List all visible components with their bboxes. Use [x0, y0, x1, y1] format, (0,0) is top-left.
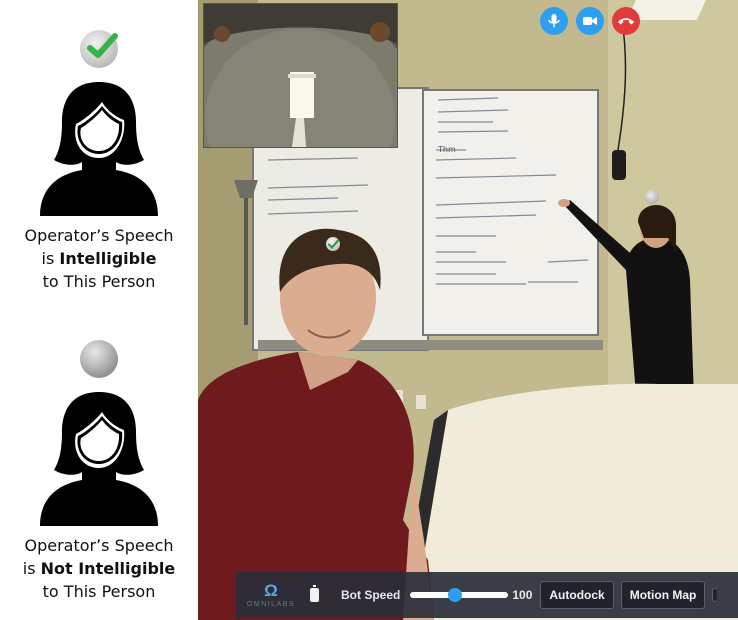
- camera-button[interactable]: [576, 7, 604, 35]
- hangup-icon: [618, 18, 634, 25]
- brand-wordmark: OMNILABS: [246, 600, 296, 608]
- motion-map-button[interactable]: Motion Map: [620, 581, 706, 609]
- not-intelligible-caption: Operator’s Speech is Not Intelligible to…: [0, 534, 198, 603]
- bot-speed-slider[interactable]: [410, 588, 509, 602]
- legend-not-intelligible: Operator’s Speech is Not Intelligible to…: [0, 340, 198, 603]
- checkmark-icon: [87, 33, 118, 58]
- video-feed: Thm Ω OMNILABS Bot Speed 100 Autodock Mo…: [198, 0, 738, 620]
- person-silhouette-icon: [40, 392, 158, 526]
- legend-intelligible: Operator’s Speech is Intelligible to Thi…: [0, 30, 198, 293]
- caption-prefix: is: [41, 249, 60, 268]
- microphone-icon: [548, 14, 560, 28]
- intelligible-caption: Operator’s Speech is Intelligible to Thi…: [0, 224, 198, 293]
- not-intelligible-marker-icon: [645, 190, 659, 204]
- grey-dot-icon: [80, 340, 118, 378]
- microphone-button[interactable]: [540, 7, 568, 35]
- hangup-button[interactable]: [612, 7, 640, 35]
- legend-panel: Operator’s Speech is Intelligible to Thi…: [0, 0, 198, 620]
- robot-control-toolbar: Ω OMNILABS Bot Speed 100 Autodock Motion…: [236, 572, 738, 618]
- picture-in-picture-view[interactable]: [203, 3, 398, 148]
- caption-line-2: is Not Intelligible: [0, 557, 198, 580]
- caption-line-1: Operator’s Speech: [24, 536, 174, 555]
- caption-line-2: is Intelligible: [0, 247, 198, 270]
- caption-emphasis: Intelligible: [59, 249, 157, 268]
- bot-speed-label: Bot Speed: [341, 588, 401, 602]
- caption-emphasis: Not Intelligible: [40, 559, 176, 578]
- omega-logo-icon: Ω: [264, 580, 278, 600]
- caption-line-1: Operator’s Speech: [24, 226, 174, 245]
- omnilabs-logo: Ω OMNILABS: [236, 580, 306, 608]
- checkmark-icon: [327, 239, 340, 250]
- bot-speed-value: 100: [512, 588, 533, 602]
- caption-line-3: to This Person: [42, 582, 156, 601]
- autodock-button[interactable]: Autodock: [540, 581, 614, 609]
- whiteboard-heading: Thm: [437, 145, 456, 154]
- person-silhouette-icon: [40, 82, 158, 216]
- caption-prefix: is: [22, 559, 41, 578]
- call-controls: [540, 7, 640, 35]
- intelligible-status-icon: [80, 30, 118, 68]
- robot-camera-view: [204, 4, 397, 147]
- intelligible-marker-icon: [326, 237, 340, 251]
- slider-knob[interactable]: [448, 588, 463, 602]
- camera-icon: [583, 17, 597, 25]
- battery-icon: [310, 585, 319, 602]
- caption-line-3: to This Person: [42, 272, 156, 291]
- overflow-button[interactable]: [712, 588, 718, 602]
